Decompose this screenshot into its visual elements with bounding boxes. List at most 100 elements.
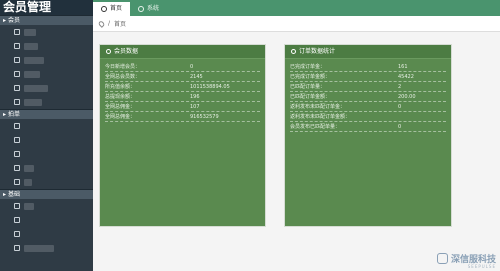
tab-label: 首页: [110, 5, 123, 12]
tab-label: 系统: [147, 5, 160, 12]
sidebar-item[interactable]: [0, 133, 93, 147]
stat-value: 916532579: [190, 113, 219, 120]
stat-value: 45422: [398, 73, 414, 80]
stat-row: 已匹配订单量： 2: [290, 82, 446, 92]
sidebar-group-member[interactable]: ▸ 会员: [0, 15, 93, 25]
location-icon: [97, 19, 106, 28]
stat-value: 2145: [190, 73, 203, 80]
stat-value: 1011538894.05: [190, 83, 230, 90]
watermark-subtext: SEEPULSE: [467, 264, 496, 269]
grid-icon: [14, 57, 20, 63]
card-header: 会员数据: [100, 45, 265, 59]
app-title: 会员管理: [0, 0, 93, 15]
sidebar-item[interactable]: [0, 25, 93, 39]
redacted-label: [24, 70, 40, 78]
sidebar-item[interactable]: [0, 39, 93, 53]
stat-row: 全网总会员数： 2145: [105, 72, 260, 82]
tab-home[interactable]: 首页: [93, 2, 131, 16]
sidebar-item[interactable]: [0, 81, 93, 95]
stat-value: 200.00: [398, 93, 416, 100]
sidebar-item[interactable]: [0, 161, 93, 175]
stat-row: 已完成订单金： 161: [290, 62, 446, 72]
list-icon: [14, 179, 20, 185]
card-header: 订单数据统计: [285, 45, 451, 59]
stat-row: 今日新增会员： 0: [105, 62, 260, 72]
sidebar-item[interactable]: [0, 227, 93, 241]
grid-icon: [14, 43, 20, 49]
card-title: 会员数据: [114, 47, 139, 55]
stat-label: 已完成订单金额：: [290, 74, 331, 80]
redacted-label: [24, 84, 48, 92]
sidebar-item[interactable]: [0, 147, 93, 161]
sidebar-item[interactable]: [0, 213, 93, 227]
list-icon: [14, 99, 20, 105]
sidebar-item[interactable]: [0, 119, 93, 133]
stat-label: 今日新增会员：: [105, 64, 141, 70]
circle-icon: [106, 49, 111, 54]
sidebar-group-basic[interactable]: ▸ 基础: [0, 189, 93, 199]
stat-value: 107: [190, 103, 200, 110]
stat-label: 总提现余额：: [105, 94, 136, 100]
list-icon: [14, 29, 20, 35]
folder-icon: ▸: [3, 190, 7, 198]
folder-icon: ▸: [3, 16, 7, 24]
redacted-label: [24, 202, 34, 210]
stat-rows: 今日新增会员： 0 全网总会员数： 2145 所充值余额： 1011538894.05…: [100, 59, 265, 122]
sidebar-group-label: 拍单: [8, 110, 21, 118]
list-icon: [14, 71, 20, 77]
stat-row: 所充值余额： 1011538894.05: [105, 82, 260, 92]
redacted-label: [24, 42, 38, 50]
stat-label: 全网总佣金：: [105, 104, 136, 110]
redacted-label: [24, 244, 54, 252]
sidebar-group-label: 会员: [8, 16, 21, 24]
app-root: 会员管理 ▸ 会员 ▸ 拍单 ▸ 基础 首页 系统 / 首页 会员数据 今日新增…: [0, 0, 500, 271]
breadcrumb: / 首页: [93, 16, 500, 32]
stat-value: 196: [190, 93, 200, 100]
stat-value: 161: [398, 63, 408, 70]
top-tab-bar: 首页 系统: [93, 0, 500, 16]
sidebar-item[interactable]: [0, 95, 93, 109]
sidebar-item[interactable]: [0, 67, 93, 81]
stat-label: 返利发布未匹配订单金：: [290, 104, 346, 110]
stat-row: 返利发布未匹配订单金： 0: [290, 102, 446, 112]
list-icon: [14, 151, 20, 157]
stat-value: 0: [398, 123, 402, 130]
stat-row: 已匹配订单金额： 200.00: [290, 92, 446, 102]
sidebar-item[interactable]: [0, 175, 93, 189]
stat-value: 0: [398, 103, 402, 110]
sidebar-item[interactable]: [0, 53, 93, 67]
redacted-label: [24, 98, 42, 106]
sidebar-group-order[interactable]: ▸ 拍单: [0, 109, 93, 119]
redacted-label: [24, 164, 34, 172]
sidebar-group-label: 基础: [8, 190, 21, 198]
breadcrumb-current[interactable]: 首页: [114, 19, 126, 28]
tab-system[interactable]: 系统: [130, 2, 167, 16]
order-stats-card: 订单数据统计 已完成订单金： 161 已完成订单金额： 45422 已匹配订单量： 2…: [284, 44, 452, 227]
sidebar-item[interactable]: [0, 199, 93, 213]
redacted-label: [24, 28, 36, 36]
stat-label: 返利发布未匹配订单金额：: [290, 114, 351, 120]
circle-icon: [291, 49, 296, 54]
stat-label: 所充值余额：: [105, 84, 136, 90]
stat-row: 会员发布已匹配单量： 0: [290, 122, 446, 132]
sidebar: 会员管理 ▸ 会员 ▸ 拍单 ▸ 基础: [0, 0, 93, 271]
settings-icon: [14, 217, 20, 223]
stat-row: 全网总佣金： 107: [105, 102, 260, 112]
member-data-card: 会员数据 今日新增会员： 0 全网总会员数： 2145 所充值余额： 10115388…: [99, 44, 266, 227]
list-icon: [14, 85, 20, 91]
stat-label: 已匹配订单金额：: [290, 94, 331, 100]
redacted-label: [24, 56, 44, 64]
sidebar-item[interactable]: [0, 241, 93, 255]
stat-label: 全网总佣金：: [105, 114, 136, 120]
list-icon: [14, 165, 20, 171]
stat-row: 返利发布未匹配订单金额：: [290, 112, 446, 122]
stat-value: 0: [190, 63, 194, 70]
stat-label: 已完成订单金：: [290, 64, 326, 70]
stat-value: 2: [398, 83, 402, 90]
list-icon: [14, 231, 20, 237]
gear-icon: [138, 6, 145, 12]
shield-logo-icon: [436, 253, 448, 264]
list-icon: [14, 137, 20, 143]
breadcrumb-separator: /: [108, 20, 111, 27]
list-icon: [14, 123, 20, 129]
